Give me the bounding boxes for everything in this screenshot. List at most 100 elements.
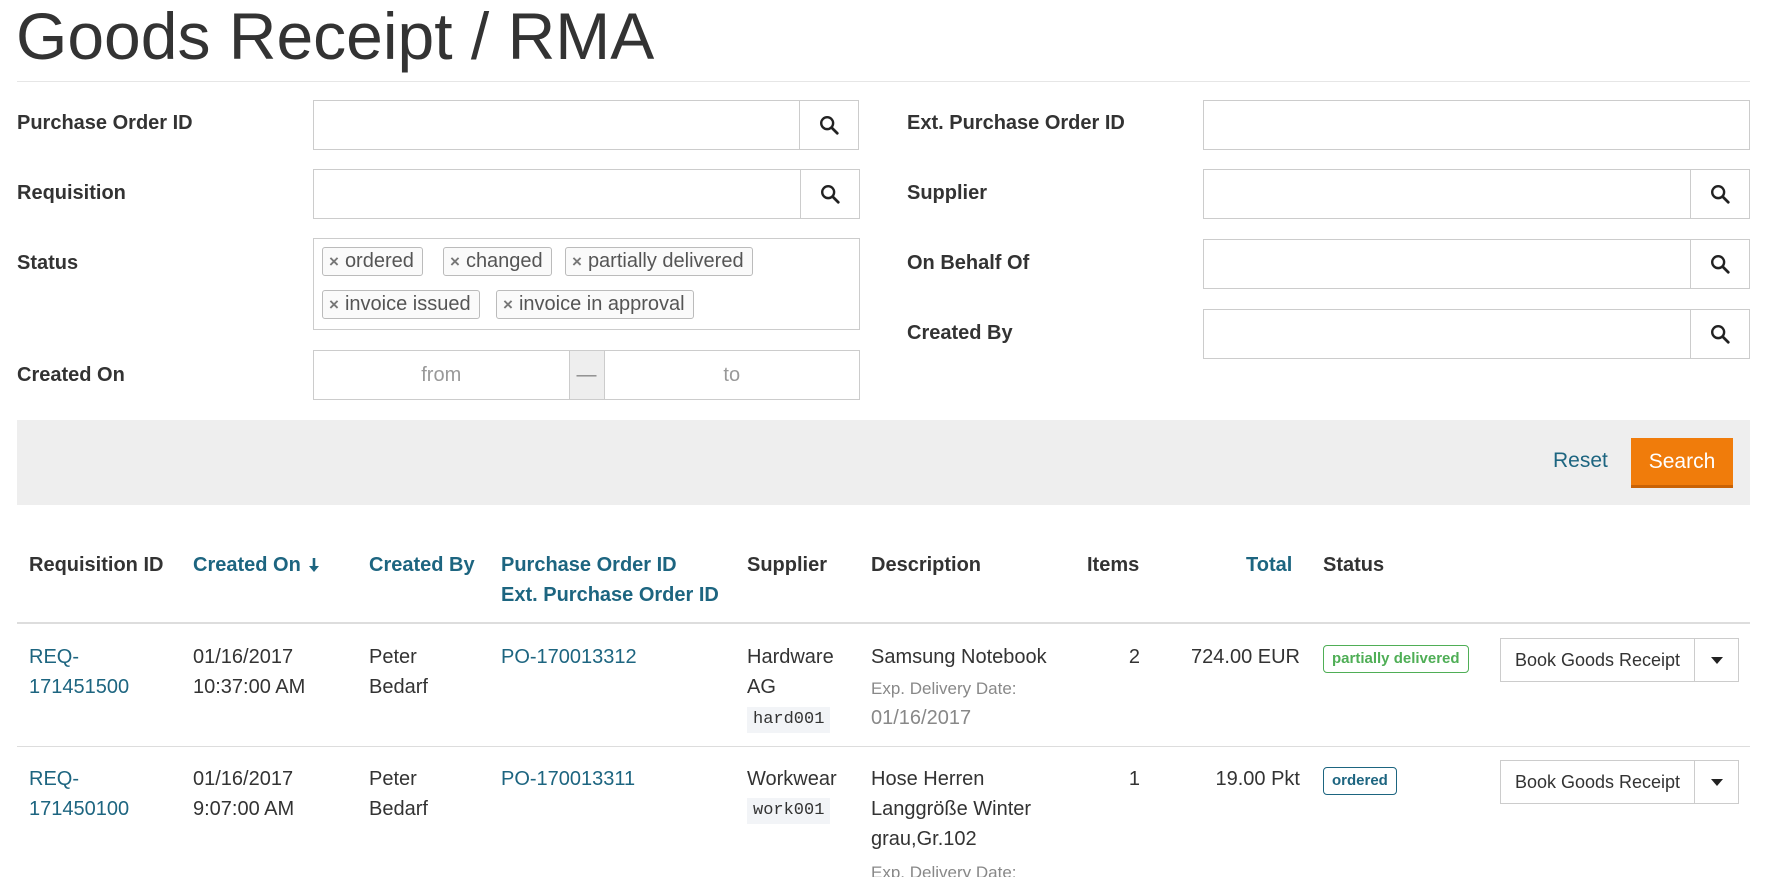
col-header-created-by[interactable]: Created By — [369, 550, 475, 580]
created-by-line: Bedarf — [369, 798, 428, 820]
supplier-input[interactable] — [1204, 170, 1693, 218]
requisition-id-line: REQ- — [29, 646, 79, 668]
ext-purchase-order-id-field — [1203, 100, 1750, 150]
col-header-created-on-label: Created On — [193, 554, 301, 576]
status-tag-label: changed — [465, 250, 543, 272]
exp-delivery-date: 01/16/2017 — [871, 707, 972, 729]
requisition-id-link[interactable]: REQ- 171451500 — [29, 642, 129, 702]
col-header-ext-purchase-order-id[interactable]: Ext. Purchase Order ID — [501, 580, 719, 610]
created-by-cell: Peter Bedarf — [369, 764, 428, 824]
book-goods-receipt-button[interactable]: Book Goods Receipt — [1501, 761, 1695, 803]
status-tag-invoice-issued: × invoice issued — [322, 290, 480, 319]
created-on-date: 01/16/2017 — [193, 768, 294, 790]
date-range-separator: — — [568, 351, 605, 399]
book-goods-receipt-split-button: Book Goods Receipt — [1500, 638, 1739, 682]
created-on-from-input[interactable]: from — [314, 351, 569, 399]
exp-delivery-label: Exp. Delivery Date: — [871, 679, 1017, 698]
row-divider — [17, 746, 1750, 747]
search-icon — [1711, 185, 1730, 204]
total-amount: 19.00 Pkt — [1215, 768, 1300, 790]
status-tag-invoice-in-approval: × invoice in approval — [496, 290, 694, 319]
purchase-order-id-label: Purchase Order ID — [17, 112, 193, 134]
requisition-label: Requisition — [17, 182, 126, 204]
purchase-order-id-input[interactable] — [314, 101, 802, 149]
description-line: Langgröße Winter — [871, 798, 1032, 820]
caret-down-icon — [1710, 656, 1723, 664]
status-tag-label: ordered — [344, 250, 414, 272]
status-badge: partially delivered — [1323, 645, 1469, 673]
created-by-input[interactable] — [1204, 310, 1693, 358]
col-header-created-on[interactable]: Created On — [193, 550, 320, 580]
search-icon — [820, 116, 839, 135]
status-label: Status — [17, 252, 79, 274]
supplier-line: Hardware — [747, 646, 834, 668]
created-on-range: from — to — [313, 350, 860, 400]
supplier-line: AG — [747, 676, 776, 698]
purchase-order-id-field — [313, 100, 859, 150]
col-header-supplier: Supplier — [747, 554, 828, 576]
supplier-label: Supplier — [907, 182, 988, 204]
status-multiselect[interactable]: × ordered × changed × partially delivered ×… — [313, 238, 860, 330]
page-title: Goods Receipt / RMA — [16, 0, 655, 73]
goods-receipt-page: Goods Receipt / RMA Purchase Order ID Re… — [0, 0, 1770, 877]
total-amount: 724.00 EUR — [1191, 646, 1300, 668]
on-behalf-of-field — [1203, 239, 1750, 289]
description-cell: Hose Herren Langgröße Winter grau,Gr.102 — [871, 764, 1031, 854]
created-on-cell: 01/16/2017 9:07:00 AM — [193, 764, 294, 824]
items-count: 1 — [1128, 768, 1140, 790]
book-goods-receipt-dropdown-toggle[interactable] — [1695, 761, 1738, 803]
exp-delivery-label: Exp. Delivery Date: — [871, 863, 1017, 877]
status-tag-partially-delivered: × partially delivered — [565, 247, 753, 276]
created-by-field — [1203, 309, 1750, 359]
status-tag-label: invoice in approval — [518, 293, 685, 315]
remove-tag-icon[interactable]: × — [329, 295, 339, 314]
table-header-divider — [17, 622, 1750, 624]
remove-tag-icon[interactable]: × — [503, 295, 513, 314]
purchase-order-link[interactable]: PO-170013311 — [501, 764, 635, 794]
on-behalf-of-search-button[interactable] — [1690, 240, 1749, 288]
ext-purchase-order-id-input[interactable] — [1204, 101, 1749, 149]
created-on-time: 9:07:00 AM — [193, 798, 295, 820]
caret-down-icon — [1710, 778, 1723, 786]
search-button[interactable]: Search — [1631, 438, 1733, 488]
created-by-label: Created By — [907, 322, 1013, 344]
remove-tag-icon[interactable]: × — [450, 252, 460, 271]
supplier-field — [1203, 169, 1750, 219]
col-header-purchase-order-id[interactable]: Purchase Order ID — [501, 550, 677, 580]
remove-tag-icon[interactable]: × — [329, 252, 339, 271]
search-icon — [1711, 255, 1730, 274]
created-on-cell: 01/16/2017 10:37:00 AM — [193, 642, 305, 702]
requisition-input[interactable] — [314, 170, 803, 218]
remove-tag-icon[interactable]: × — [572, 252, 582, 271]
col-header-description: Description — [871, 554, 982, 576]
col-header-total[interactable]: Total — [1246, 550, 1292, 580]
supplier-code: work001 — [747, 798, 831, 824]
book-goods-receipt-button[interactable]: Book Goods Receipt — [1501, 639, 1695, 681]
requisition-id-line: REQ- — [29, 768, 79, 790]
requisition-id-line: 171450100 — [29, 798, 130, 820]
status-badge: ordered — [1323, 767, 1397, 795]
reset-link[interactable]: Reset — [1553, 449, 1608, 473]
filter-action-bar — [17, 420, 1750, 505]
col-header-status: Status — [1323, 554, 1385, 576]
requisition-id-line: 171451500 — [29, 676, 130, 698]
book-goods-receipt-dropdown-toggle[interactable] — [1695, 639, 1738, 681]
requisition-search-button[interactable] — [800, 170, 859, 218]
title-divider — [17, 81, 1750, 82]
col-header-items: Items — [1087, 554, 1140, 576]
supplier-cell: Hardware AG — [747, 642, 834, 702]
supplier-search-button[interactable] — [1690, 170, 1749, 218]
on-behalf-of-input[interactable] — [1204, 240, 1693, 288]
description-text: Samsung Notebook — [871, 646, 1047, 668]
purchase-order-id-search-button[interactable] — [799, 101, 858, 149]
created-on-label: Created On — [17, 364, 125, 386]
created-by-search-button[interactable] — [1690, 310, 1749, 358]
col-header-requisition-id: Requisition ID — [29, 554, 164, 576]
purchase-order-link[interactable]: PO-170013312 — [501, 642, 637, 672]
created-on-to-input[interactable]: to — [605, 351, 860, 399]
requisition-id-link[interactable]: REQ- 171450100 — [29, 764, 129, 824]
created-by-line: Peter — [369, 646, 417, 668]
on-behalf-of-label: On Behalf Of — [907, 252, 1030, 274]
requisition-field — [313, 169, 860, 219]
search-icon — [1711, 325, 1730, 344]
